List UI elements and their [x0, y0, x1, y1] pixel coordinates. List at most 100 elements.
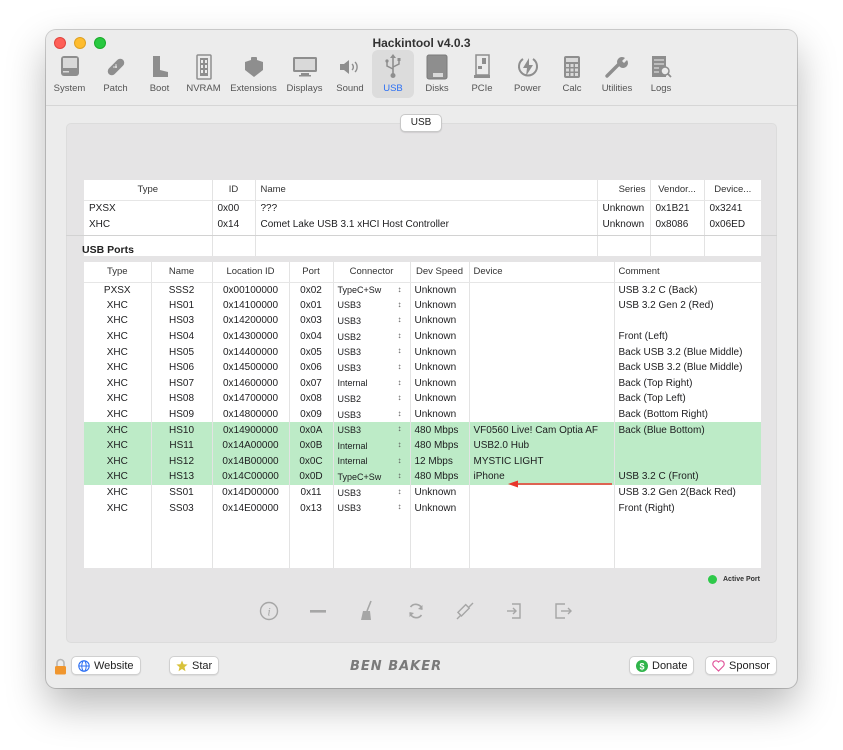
cell-location: 0x14600000: [211, 375, 289, 392]
info-button[interactable]: i: [258, 600, 280, 622]
toolbar-item-utilities[interactable]: Utilities: [593, 50, 641, 98]
toolbar-item-disks[interactable]: Disks: [414, 50, 460, 98]
port-row[interactable]: XHC HS10 0x14900000 0x0A USB3 ↕ 480 Mbps VF0560…: [84, 422, 761, 438]
cell-connector[interactable]: USB2 ↕: [332, 391, 410, 407]
port-row[interactable]: XHC HS06 0x14500000 0x06 USB3 ↕ Unknown Back US…: [84, 359, 761, 376]
col-header-device[interactable]: Device: [468, 262, 614, 283]
col-header-name[interactable]: Name: [150, 262, 212, 283]
controller-row[interactable]: PXSX 0x00??? Unknown 0x1B21 0x3241: [84, 200, 761, 216]
chevron-updown-icon[interactable]: ↕: [398, 346, 402, 355]
toolbar-item-power[interactable]: Power: [504, 50, 551, 98]
toolbar-item-label: Disks: [425, 83, 449, 94]
lock-icon[interactable]: [54, 658, 67, 675]
col-header-device[interactable]: Device...: [703, 180, 761, 201]
chevron-updown-icon[interactable]: ↕: [398, 315, 402, 324]
port-row[interactable]: XHC SS03 0x14E00000 0x13 USB3 ↕ Unknown Front (…: [84, 500, 761, 516]
toolbar-item-system[interactable]: System: [46, 50, 93, 98]
connector-value: Internal: [337, 440, 368, 451]
col-header-connector[interactable]: Connector: [332, 262, 410, 283]
cell-connector[interactable]: USB3 ↕: [332, 500, 410, 516]
port-row[interactable]: XHC HS11 0x14A00000 0x0B Internal ↕ 480 Mbps US…: [84, 437, 761, 454]
chevron-updown-icon[interactable]: ↕: [398, 378, 402, 387]
toolbar-item-usb[interactable]: USB: [372, 50, 414, 98]
toolbar-item-boot[interactable]: Boot: [138, 50, 181, 98]
empty-cell: [288, 515, 333, 568]
tab-usb[interactable]: USB: [400, 114, 442, 132]
port-row[interactable]: PXSX SSS2 0x00100000 0x02 TypeC+Sw ↕ Unknown US…: [84, 282, 761, 298]
chevron-updown-icon[interactable]: ↕: [398, 393, 402, 402]
cell-connector[interactable]: TypeC+Sw ↕: [332, 469, 410, 485]
website-button[interactable]: Website: [71, 656, 141, 675]
chevron-updown-icon[interactable]: ↕: [398, 409, 402, 418]
import-button[interactable]: [503, 600, 525, 622]
chevron-updown-icon[interactable]: ↕: [398, 424, 402, 433]
port-row[interactable]: XHC HS08 0x14700000 0x08 USB2 ↕ Unknown Back (T…: [84, 391, 761, 407]
toolbar-item-sound[interactable]: Sound: [328, 50, 372, 98]
col-header-location-id[interactable]: Location ID: [211, 262, 289, 283]
col-header-comment[interactable]: Comment: [613, 262, 761, 283]
chevron-updown-icon[interactable]: ↕: [398, 300, 402, 309]
col-header-type[interactable]: Type: [84, 262, 151, 283]
clear-button[interactable]: [356, 600, 378, 622]
cell-name: HS13: [150, 469, 212, 485]
cell-speed: Unknown: [409, 282, 469, 298]
cell-connector[interactable]: USB3 ↕: [332, 297, 410, 314]
port-row[interactable]: XHC HS04 0x14300000 0x04 USB2 ↕ Unknown Front (…: [84, 328, 761, 345]
export-button[interactable]: [552, 600, 574, 622]
port-row[interactable]: XHC HS03 0x14200000 0x03 USB3 ↕ Unknown: [84, 313, 761, 329]
chevron-updown-icon[interactable]: ↕: [398, 471, 402, 480]
controller-row[interactable]: XHC 0x14 Comet Lake USB 3.1 xHCI Host Cont…: [84, 216, 761, 232]
toolbar-item-label: Utilities: [601, 83, 633, 94]
cell-connector[interactable]: USB3 ↕: [332, 422, 410, 438]
col-header-type[interactable]: Type: [84, 180, 212, 201]
col-header-port[interactable]: Port: [288, 262, 333, 283]
toolbar-item-pcie[interactable]: PCIe: [460, 50, 504, 98]
cell-connector[interactable]: USB3 ↕: [332, 344, 410, 360]
col-header-dev-speed[interactable]: Dev Speed: [409, 262, 469, 283]
toolbar-item-extensions[interactable]: Extensions: [226, 50, 281, 98]
col-header-id[interactable]: ID: [211, 180, 255, 201]
chevron-updown-icon[interactable]: ↕: [398, 285, 402, 294]
refresh-button[interactable]: [405, 600, 427, 622]
cell-connector[interactable]: Internal ↕: [332, 375, 410, 392]
port-row[interactable]: XHC HS09 0x14800000 0x09 USB3 ↕ Unknown Back (B…: [84, 406, 761, 423]
inject-button[interactable]: [454, 600, 476, 622]
col-header-name[interactable]: Name: [254, 180, 597, 201]
port-row[interactable]: XHC HS13 0x14C00000 0x0D TypeC+Sw ↕ 480 Mbps iP…: [84, 469, 761, 485]
donate-button[interactable]: $ Donate: [629, 656, 695, 675]
toolbar-item-patch[interactable]: Patch: [93, 50, 138, 98]
chevron-updown-icon[interactable]: ↕: [398, 487, 402, 496]
chevron-updown-icon[interactable]: ↕: [398, 456, 402, 465]
col-header-vendor[interactable]: Vendor...: [649, 180, 704, 201]
port-row[interactable]: XHC HS01 0x14100000 0x01 USB3 ↕ Unknown USB 3.2…: [84, 297, 761, 314]
toolbar-item-nvram[interactable]: NVRAM: [181, 50, 226, 98]
cell-connector[interactable]: USB3 ↕: [332, 359, 410, 376]
port-row[interactable]: XHC SS01 0x14D00000 0x11 USB3 ↕ Unknown USB 3.2…: [84, 484, 761, 501]
star-button[interactable]: Star: [169, 656, 220, 675]
chevron-updown-icon[interactable]: ↕: [398, 362, 402, 371]
cell-type: XHC: [84, 453, 151, 470]
col-header-series[interactable]: Series: [596, 180, 650, 201]
cell-port: 0x13: [288, 500, 333, 516]
cell-connector[interactable]: USB3 ↕: [332, 313, 410, 329]
cell-connector[interactable]: USB3 ↕: [332, 406, 410, 423]
cell-connector[interactable]: TypeC+Sw ↕: [332, 282, 410, 298]
cell-connector[interactable]: USB2 ↕: [332, 328, 410, 345]
toolbar-item-displays[interactable]: Displays: [281, 50, 328, 98]
chevron-updown-icon[interactable]: ↕: [398, 331, 402, 340]
cell-connector[interactable]: Internal ↕: [332, 453, 410, 470]
toolbar-item-calc[interactable]: Calc: [551, 50, 593, 98]
cell-connector[interactable]: USB3 ↕: [332, 484, 410, 501]
cell-device: [468, 359, 614, 376]
empty-cell: [468, 515, 614, 568]
port-row[interactable]: XHC HS05 0x14400000 0x05 USB3 ↕ Unknown Back US…: [84, 344, 761, 360]
cell-connector[interactable]: Internal ↕: [332, 437, 410, 454]
chevron-updown-icon[interactable]: ↕: [398, 502, 402, 511]
sponsor-button[interactable]: Sponsor: [705, 656, 777, 675]
cell-port: 0x02: [288, 282, 333, 298]
chevron-updown-icon[interactable]: ↕: [398, 440, 402, 449]
remove-button[interactable]: [307, 600, 329, 622]
port-row[interactable]: XHC HS07 0x14600000 0x07 Internal ↕ Unknown Bac…: [84, 375, 761, 392]
toolbar-item-logs[interactable]: Logs: [641, 50, 681, 98]
port-row[interactable]: XHC HS12 0x14B00000 0x0C Internal ↕ 12 Mbps MYS…: [84, 453, 761, 470]
